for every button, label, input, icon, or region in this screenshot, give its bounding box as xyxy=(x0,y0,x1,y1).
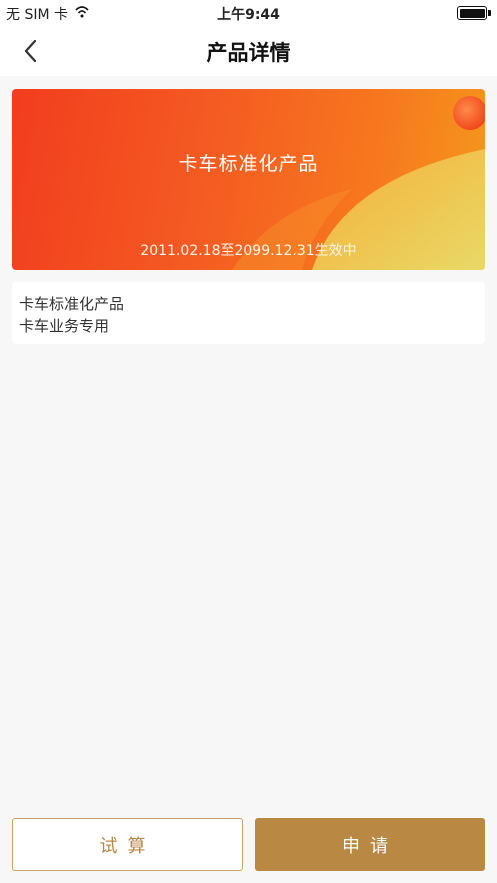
description-line: 卡车业务专用 xyxy=(19,317,110,335)
product-banner: 卡车标准化产品 2011.02.18至2099.12.31生效中 xyxy=(12,89,485,270)
nav-bar: 产品详情 xyxy=(0,26,497,76)
validity-text: 2011.02.18至2099.12.31生效中 xyxy=(140,243,357,259)
description-line: 卡车标准化产品 xyxy=(19,295,125,313)
description-card: 卡车标准化产品 卡车业务专用 xyxy=(12,282,485,344)
banner-title: 卡车标准化产品 xyxy=(178,153,319,175)
page-title: 产品详情 xyxy=(206,41,291,65)
battery-nub xyxy=(488,10,491,16)
status-time: 上午9:44 xyxy=(217,7,280,23)
battery-fill xyxy=(459,8,485,18)
status-bar: 无 SIM 卡 上午9:44 xyxy=(0,0,497,26)
bottom-actions: 试算 申请 xyxy=(12,818,485,871)
trial-button[interactable]: 试算 xyxy=(12,818,243,871)
apply-button[interactable]: 申请 xyxy=(255,818,485,871)
battery-icon xyxy=(457,6,491,20)
